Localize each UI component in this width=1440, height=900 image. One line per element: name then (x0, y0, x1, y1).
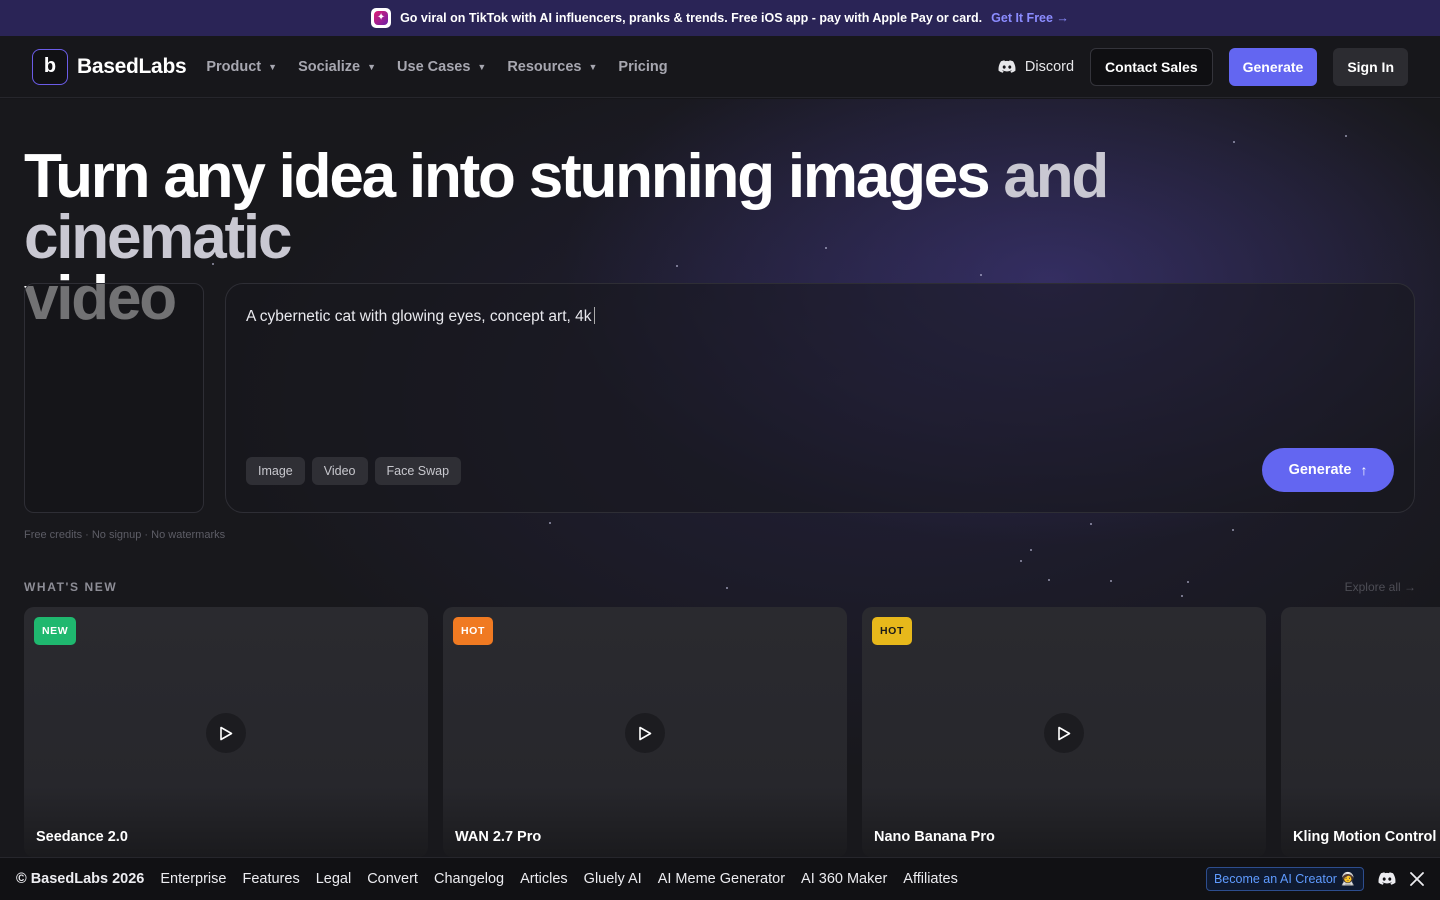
star-decoration (726, 587, 728, 589)
play-icon[interactable] (206, 713, 246, 753)
star-decoration (1048, 579, 1050, 581)
promo-banner-text: Go viral on TikTok with AI influencers, … (400, 11, 983, 25)
hot-badge: HOT (453, 617, 493, 645)
new-badge: NEW (34, 617, 77, 645)
chevron-down-icon: ▼ (268, 61, 278, 72)
reference-image-slot[interactable] (24, 283, 204, 513)
nav-link-use-cases[interactable]: Use Cases ▼ (397, 59, 486, 75)
nav-link-socialize[interactable]: Socialize ▼ (298, 59, 376, 75)
star-decoration (549, 522, 551, 524)
prompt-input-value: A cybernetic cat with glowing eyes, conc… (246, 308, 592, 325)
nav-link-label: Resources (507, 58, 582, 75)
nav-links: Product ▼ Socialize ▼ Use Cases ▼ Resour… (206, 59, 688, 75)
logo-text[interactable]: BasedLabs (77, 55, 187, 79)
chip-face-swap[interactable]: Face Swap (374, 457, 462, 485)
footer-right: Become an AI Creator 🧑‍🚀 (1205, 867, 1424, 891)
discord-icon (998, 59, 1016, 73)
top-nav: b BasedLabs Product ▼ Socialize ▼ Use Ca… (0, 36, 1440, 98)
explore-all-link[interactable]: Explore all → (1345, 580, 1416, 594)
nav-link-label: Pricing (618, 58, 668, 75)
feature-card[interactable]: HOT Nano Banana Pro (862, 607, 1266, 857)
footer-link-enterprise[interactable]: Enterprise (160, 871, 226, 887)
discord-link[interactable]: Discord (998, 59, 1074, 75)
star-decoration (1181, 595, 1183, 597)
footer-link-features[interactable]: Features (242, 871, 299, 887)
footer-link-convert[interactable]: Convert (367, 871, 418, 887)
prompt-input[interactable]: A cybernetic cat with glowing eyes, conc… (246, 307, 596, 326)
star-decoration (1020, 560, 1022, 562)
card-title: Nano Banana Pro (874, 829, 995, 845)
generate-label: Generate (1288, 462, 1352, 478)
footer-link-gluely-ai[interactable]: Gluely AI (584, 871, 642, 887)
play-icon[interactable] (625, 713, 665, 753)
star-decoration (1232, 529, 1234, 531)
footer-link-articles[interactable]: Articles (520, 871, 568, 887)
promo-banner-cta-link[interactable]: Get It Free → (991, 11, 1069, 25)
nav-link-resources[interactable]: Resources ▼ (507, 59, 597, 75)
footer-link-changelog[interactable]: Changelog (434, 871, 504, 887)
footer-link-legal[interactable]: Legal (316, 871, 351, 887)
text-caret (594, 307, 596, 324)
feature-card[interactable]: NEW Seedance 2.0 (24, 607, 428, 857)
star-decoration (1345, 135, 1347, 137)
basedlabs-logo-icon[interactable]: b (32, 48, 68, 85)
x-twitter-icon[interactable] (1410, 872, 1424, 886)
card-title: WAN 2.7 Pro (455, 829, 542, 845)
play-icon[interactable] (1044, 713, 1084, 753)
star-decoration (1110, 580, 1112, 582)
footer: © BasedLabs 2026 Enterprise Features Leg… (0, 857, 1440, 900)
chip-video[interactable]: Video (311, 457, 368, 485)
chevron-down-icon: ▼ (367, 61, 377, 72)
star-decoration (1233, 141, 1235, 143)
sign-in-button[interactable]: Sign In (1333, 47, 1408, 86)
chevron-down-icon: ▼ (588, 61, 598, 72)
footer-link-ai-360-maker[interactable]: AI 360 Maker (801, 871, 887, 887)
discord-icon[interactable] (1378, 872, 1396, 886)
hot-badge: HOT (872, 617, 912, 645)
nav-link-label: Socialize (298, 58, 361, 75)
free-note: Free credits · No signup · No watermarks (24, 529, 226, 541)
footer-link-ai-meme-generator[interactable]: AI Meme Generator (658, 871, 785, 887)
contact-sales-button[interactable]: Contact Sales (1090, 47, 1213, 86)
star-decoration (1187, 581, 1189, 583)
footer-link-affiliates[interactable]: Affiliates (903, 871, 958, 887)
nav-actions: Discord Contact Sales Generate Sign In (998, 47, 1408, 86)
star-decoration (1030, 549, 1032, 551)
discord-label: Discord (1024, 58, 1075, 75)
chip-image[interactable]: Image (246, 457, 305, 485)
star-decoration (1090, 523, 1092, 525)
nav-link-product[interactable]: Product ▼ (206, 59, 277, 75)
copyright: © BasedLabs 2026 (16, 871, 145, 887)
whats-new-heading: WHAT'S NEW (24, 580, 118, 594)
chevron-down-icon: ▼ (477, 61, 487, 72)
arrow-up-icon: ↑ (1360, 462, 1368, 478)
mode-chips: Image Video Face Swap (246, 457, 462, 485)
generate-nav-button[interactable]: Generate (1228, 47, 1318, 86)
headline-main: Turn any idea into stunning images (24, 142, 991, 211)
nav-link-label: Product (206, 58, 262, 75)
feature-card[interactable]: Kling Motion Control (1281, 607, 1440, 857)
promo-banner: ✦ Go viral on TikTok with AI influencers… (0, 0, 1440, 36)
feature-card[interactable]: HOT WAN 2.7 Pro (443, 607, 847, 857)
nav-link-label: Use Cases (397, 58, 471, 75)
card-title: Seedance 2.0 (36, 829, 128, 845)
prompt-box: A cybernetic cat with glowing eyes, conc… (225, 283, 1415, 513)
nav-link-pricing[interactable]: Pricing (618, 59, 667, 75)
prompt-generate-button[interactable]: Generate ↑ (1262, 448, 1394, 492)
tiktok-app-icon: ✦ (371, 8, 392, 28)
card-title: Kling Motion Control (1293, 829, 1437, 845)
become-creator-button[interactable]: Become an AI Creator 🧑‍🚀 (1205, 867, 1364, 891)
